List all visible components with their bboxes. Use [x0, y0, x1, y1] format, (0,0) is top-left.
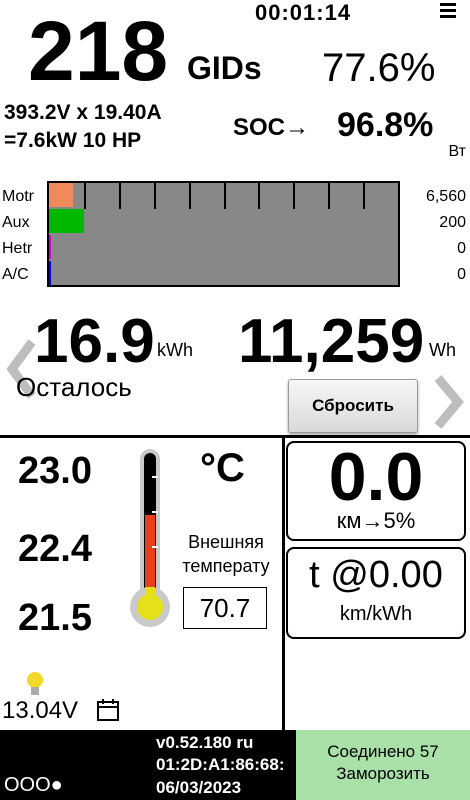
bar-grid-tick	[189, 183, 191, 209]
bar-grid-tick	[84, 183, 86, 209]
energy-bar-aux	[49, 209, 84, 233]
bar-grid-tick	[154, 183, 156, 209]
bar-grid-tick	[328, 183, 330, 209]
energy-unit-label: Вт	[448, 143, 466, 160]
temp-unit: °C	[200, 446, 245, 490]
remaining-kwh-unit: kWh	[157, 340, 193, 360]
distance-value: 0.0	[328, 439, 424, 515]
connection-status: Соединено 57	[327, 742, 439, 761]
mac-address: 01:2D:A1:86:68:	[156, 755, 285, 774]
calendar-icon[interactable]	[96, 698, 120, 722]
soc-value: 96.8%	[337, 106, 434, 144]
remaining-wh-unit: Wh	[429, 340, 456, 360]
charge-percent: 77.6%	[322, 46, 436, 90]
freeze-button[interactable]: Заморозить	[296, 764, 470, 784]
menu-icon[interactable]	[440, 3, 456, 19]
gids-value: 218	[28, 4, 169, 98]
bar-value-motr: 6,560	[425, 188, 466, 205]
energy-bar-ac	[49, 261, 51, 285]
energy-bar-hetr	[49, 235, 51, 259]
gids-unit: GIDs	[187, 50, 262, 86]
bar-grid-tick	[258, 183, 260, 209]
bar-grid-tick	[224, 183, 226, 209]
bar-grid-tick	[119, 183, 121, 209]
elapsed-timer: 00:01:14	[255, 0, 352, 25]
reset-button[interactable]: Сбросить	[288, 379, 418, 433]
bar-label-aux: Aux	[2, 214, 30, 231]
date-text: 06/03/2023	[156, 778, 242, 797]
temp-value-3: 21.5	[18, 597, 92, 639]
temp-value-2: 22.4	[18, 528, 92, 570]
power-voltage-current: 393.2V x 19.40A	[4, 101, 162, 124]
efficiency-unit: km/kWh	[339, 603, 413, 625]
bar-grid-tick	[363, 183, 365, 209]
outside-temp-label: Внешняя температу	[182, 532, 270, 576]
panel-divider	[282, 435, 285, 730]
energy-bar-chart	[47, 181, 400, 287]
connection-dots: OOO●	[4, 774, 63, 796]
bulb-icon	[22, 670, 48, 698]
efficiency-value: t @0.00	[309, 554, 443, 596]
bar-value-aux: 200	[439, 214, 466, 231]
bar-label-ac: A/C	[2, 266, 29, 283]
thermometer-icon	[128, 447, 178, 637]
battery-voltage: 13.04V	[2, 697, 79, 724]
distance-unit: км→5%	[336, 508, 416, 533]
remaining-label: Осталось	[16, 372, 132, 402]
remaining-wh-value: 11,259	[238, 307, 425, 376]
chevron-right-icon[interactable]	[430, 372, 466, 432]
temp-value-1: 23.0	[18, 450, 92, 492]
remaining-kwh-value: 16.9	[34, 307, 155, 376]
bar-value-ac: 0	[457, 266, 466, 283]
bar-label-motr: Motr	[2, 188, 34, 205]
energy-bar-motr	[49, 183, 73, 207]
outside-temp-value: 70.7	[183, 587, 267, 629]
version-text: v0.52.180 ru	[156, 733, 254, 752]
bar-grid-tick	[293, 183, 295, 209]
bar-label-hetr: Hetr	[2, 240, 33, 257]
power-kw-hp: =7.6kW 10 HP	[4, 129, 142, 152]
bar-value-hetr: 0	[457, 240, 466, 257]
soc-label: SOC→	[233, 114, 310, 141]
